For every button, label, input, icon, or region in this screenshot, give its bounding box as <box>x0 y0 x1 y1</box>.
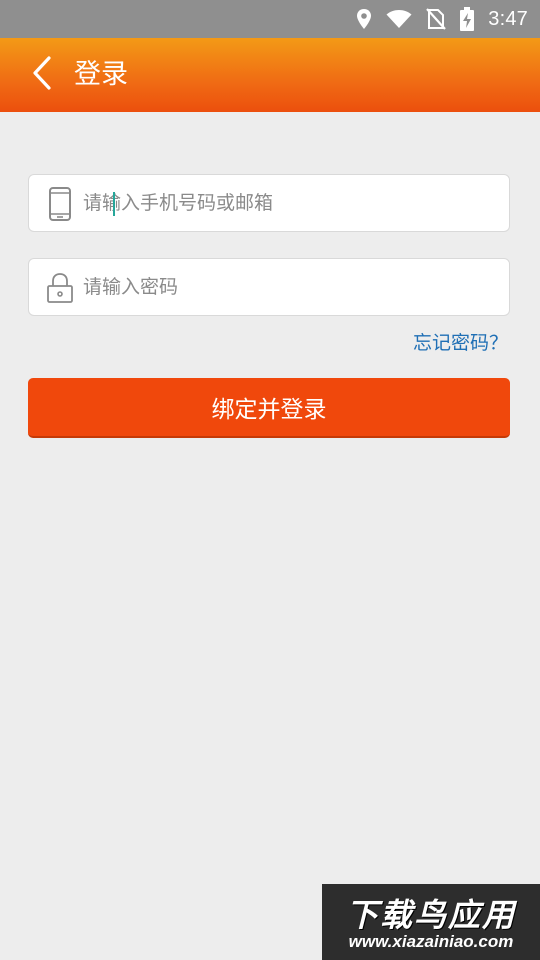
watermark-title: 下载鸟应用 <box>345 896 516 934</box>
page-title: 登录 <box>74 59 128 90</box>
wifi-icon <box>386 9 412 29</box>
app-bar: 登录 <box>0 38 540 112</box>
chevron-left-icon <box>31 55 53 95</box>
text-cursor <box>113 192 115 216</box>
password-input[interactable] <box>83 259 493 315</box>
no-sim-icon <box>426 8 447 30</box>
watermark-url: www.xiazainiao.com <box>348 932 514 951</box>
status-time: 3:47 <box>488 7 528 30</box>
location-icon <box>356 8 372 30</box>
status-bar: 3:47 <box>0 0 540 38</box>
forgot-password-link[interactable]: 忘记密码？ <box>413 328 508 355</box>
password-field[interactable] <box>28 258 510 316</box>
back-button[interactable] <box>22 54 62 96</box>
account-input[interactable] <box>83 175 493 231</box>
lock-icon <box>45 271 75 305</box>
account-field[interactable] <box>28 174 510 232</box>
phone-icon <box>45 187 75 221</box>
battery-charging-icon <box>460 7 475 31</box>
bind-and-login-button[interactable]: 绑定并登录 <box>28 378 510 438</box>
status-icons: 3:47 <box>356 0 528 38</box>
watermark: 下载鸟应用 www.xiazainiao.com <box>322 884 540 960</box>
